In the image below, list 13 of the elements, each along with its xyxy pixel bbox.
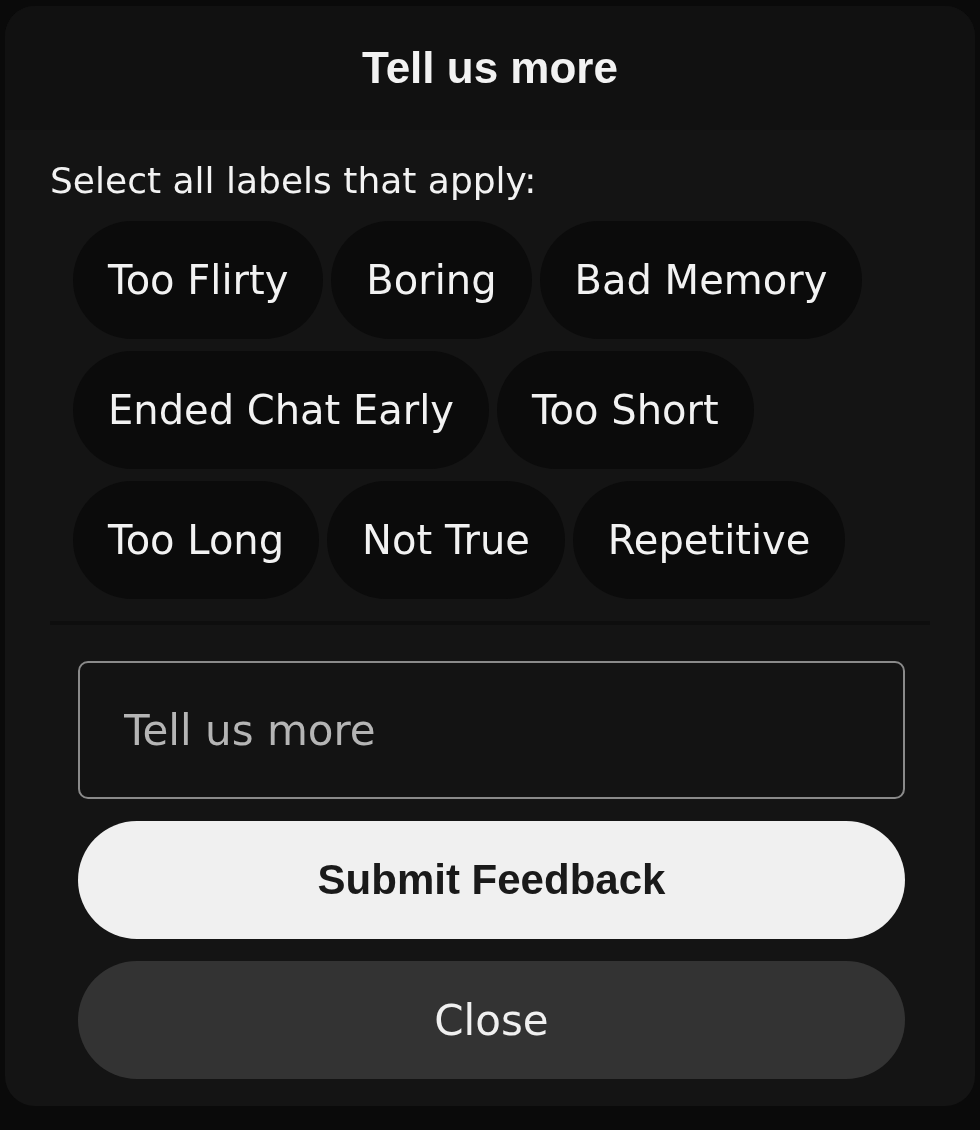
label-chip[interactable]: Ended Chat Early	[73, 351, 489, 469]
label-chip[interactable]: Too Short	[496, 351, 754, 469]
prompt-text: Select all labels that apply:	[50, 160, 538, 201]
label-chip[interactable]: Bad Memory	[539, 221, 863, 339]
dialog-title: Tell us more	[362, 43, 618, 93]
label-chip[interactable]: Too Long	[73, 481, 320, 599]
close-button[interactable]: Close	[78, 961, 905, 1079]
label-chip[interactable]: Repetitive	[572, 481, 846, 599]
label-chip[interactable]: Not True	[327, 481, 565, 599]
label-chip[interactable]: Boring	[331, 221, 532, 339]
comment-field[interactable]: Tell us more	[78, 661, 905, 799]
submit-button[interactable]: Submit Feedback	[78, 821, 905, 939]
label-chip[interactable]: Too Flirty	[73, 221, 324, 339]
